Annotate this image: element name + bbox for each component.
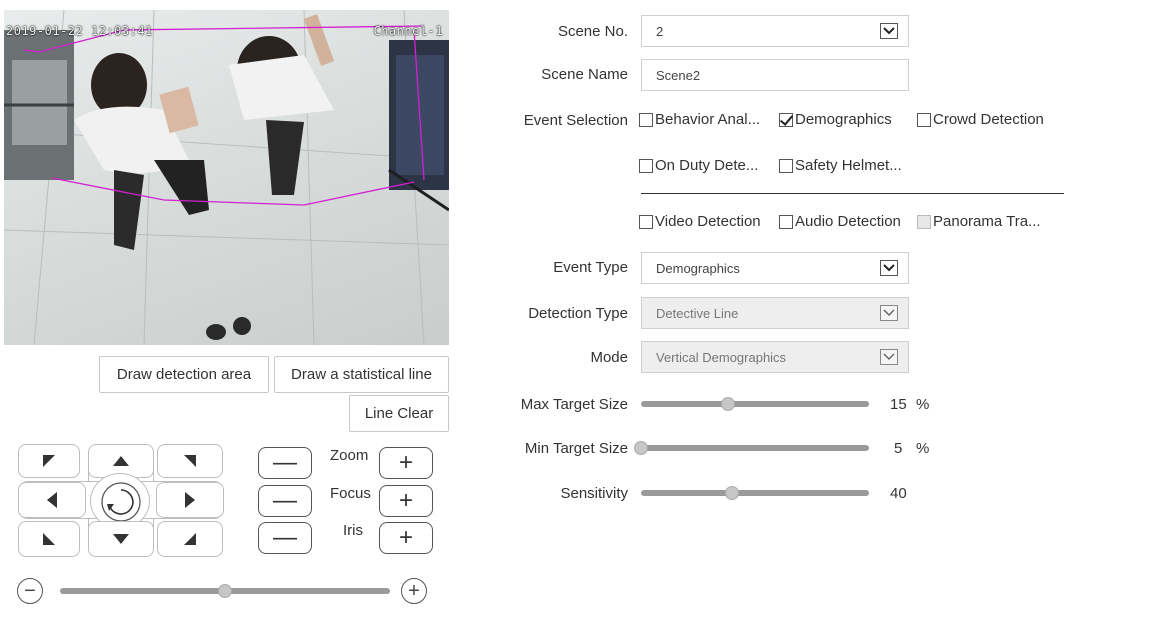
- min-target-size-slider[interactable]: [634, 441, 869, 455]
- chevron-down-icon: [880, 260, 898, 276]
- ptz-right-button[interactable]: [156, 482, 224, 518]
- event-option-video-detection[interactable]: Video Detection: [639, 213, 761, 230]
- iris-close-button[interactable]: —: [258, 522, 312, 554]
- speed-increase-button[interactable]: +: [401, 578, 427, 604]
- zoom-out-button[interactable]: —: [258, 447, 312, 479]
- speed-decrease-button[interactable]: −: [17, 578, 43, 604]
- scene-no-value: 2: [656, 23, 664, 39]
- max-target-size-value: 15: [890, 396, 907, 413]
- chevron-down-icon: [880, 23, 898, 39]
- checkbox-audio-detection[interactable]: [779, 214, 793, 229]
- smart-event-config-page: 2019-01-22 12:03:41 Channel-1 Draw detec…: [0, 0, 1160, 632]
- checkbox-safety-helmet[interactable]: [779, 158, 793, 173]
- event-option-demographics[interactable]: Demographics: [779, 111, 892, 128]
- iris-open-button[interactable]: +: [379, 522, 433, 554]
- ptz-down-left-button[interactable]: [18, 521, 80, 557]
- mode-select: Vertical Demographics: [641, 341, 909, 373]
- sensitivity-value: 40: [890, 485, 907, 502]
- draw-detection-area-button[interactable]: Draw detection area: [99, 356, 269, 393]
- event-type-select[interactable]: Demographics: [641, 252, 909, 284]
- arrow-down-right-icon: [184, 533, 196, 545]
- chevron-down-icon: [880, 305, 898, 321]
- min-target-size-value: 5: [894, 440, 903, 457]
- event-type-value: Demographics: [656, 260, 740, 276]
- ptz-left-button[interactable]: [18, 482, 86, 518]
- checkbox-panorama-tracking: [917, 214, 931, 229]
- min-target-size-label: Min Target Size: [524, 440, 628, 457]
- min-target-size-unit: %: [916, 440, 930, 457]
- chevron-down-icon: [880, 349, 898, 365]
- arrow-up-left-icon: [43, 455, 55, 467]
- live-video-preview[interactable]: 2019-01-22 12:03:41 Channel-1: [4, 10, 449, 345]
- arrow-left-icon: [47, 492, 57, 508]
- arrow-up-icon: [113, 456, 129, 466]
- sensitivity-slider[interactable]: [641, 486, 869, 500]
- zoom-in-button[interactable]: +: [379, 447, 433, 479]
- scene-name-label: Scene Name: [541, 66, 628, 83]
- video-channel-label: Channel-1: [373, 24, 443, 38]
- max-target-size-label: Max Target Size: [520, 396, 628, 413]
- event-option-audio-detection[interactable]: Audio Detection: [779, 213, 901, 230]
- arrow-down-left-icon: [43, 533, 55, 545]
- sensitivity-knob[interactable]: [725, 486, 740, 500]
- iris-label: Iris: [343, 522, 363, 539]
- draw-statistical-line-button[interactable]: Draw a statistical line: [274, 356, 449, 393]
- mode-value: Vertical Demographics: [656, 349, 787, 365]
- focus-near-button[interactable]: —: [258, 485, 312, 517]
- scene-no-label: Scene No.: [557, 23, 628, 40]
- checkbox-video-detection[interactable]: [639, 214, 653, 229]
- ptz-down-button[interactable]: [88, 521, 154, 557]
- arrow-up-right-icon: [184, 455, 196, 467]
- camera-scene-illustration: [4, 10, 449, 345]
- checkbox-behavior-analysis[interactable]: [639, 112, 653, 127]
- max-target-size-slider[interactable]: [641, 397, 869, 411]
- arrow-right-icon: [185, 492, 195, 508]
- ptz-up-left-button[interactable]: [18, 444, 80, 478]
- focus-label: Focus: [330, 485, 371, 502]
- ptz-speed-slider-knob[interactable]: [218, 584, 232, 598]
- checkbox-crowd-detection[interactable]: [917, 112, 931, 127]
- event-option-panorama-tracking: Panorama Tra...: [917, 213, 1041, 230]
- event-type-label: Event Type: [553, 259, 628, 276]
- event-selection-divider: [641, 193, 1064, 194]
- max-target-size-knob[interactable]: [720, 397, 735, 411]
- max-target-size-unit: %: [916, 396, 930, 413]
- checkbox-demographics[interactable]: [779, 112, 793, 127]
- zoom-label: Zoom: [330, 447, 369, 464]
- event-option-on-duty-detection[interactable]: On Duty Dete...: [639, 157, 758, 174]
- sensitivity-label: Sensitivity: [560, 485, 628, 502]
- ptz-down-right-button[interactable]: [157, 521, 223, 557]
- focus-far-button[interactable]: +: [379, 485, 433, 517]
- ptz-speed-slider[interactable]: [60, 584, 390, 598]
- scene-no-select[interactable]: 2: [641, 15, 909, 47]
- min-target-size-knob[interactable]: [634, 441, 648, 455]
- line-clear-button[interactable]: Line Clear: [349, 395, 449, 432]
- event-option-safety-helmet[interactable]: Safety Helmet...: [779, 157, 902, 174]
- arrow-down-icon: [113, 534, 129, 544]
- detection-type-value: Detective Line: [656, 305, 739, 321]
- event-option-behavior-analysis[interactable]: Behavior Anal...: [639, 111, 760, 128]
- scene-name-input[interactable]: Scene2: [641, 59, 909, 91]
- video-timestamp: 2019-01-22 12:03:41: [6, 24, 153, 38]
- event-selection-label: Event Selection: [523, 112, 628, 129]
- mode-label: Mode: [590, 349, 628, 366]
- checkbox-on-duty-detection[interactable]: [639, 158, 653, 173]
- detection-type-label: Detection Type: [528, 305, 628, 322]
- detection-type-select: Detective Line: [641, 297, 909, 329]
- ptz-up-right-button[interactable]: [157, 444, 223, 478]
- event-option-crowd-detection[interactable]: Crowd Detection: [917, 111, 1044, 128]
